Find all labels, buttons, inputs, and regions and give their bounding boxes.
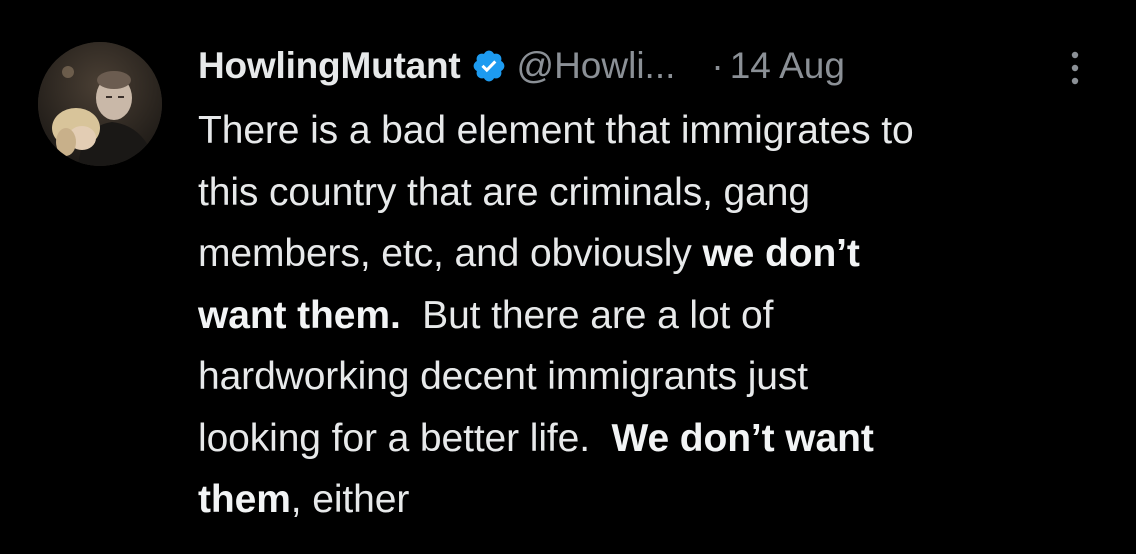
tweet-text-segment: this country that are criminals, gang	[198, 170, 810, 214]
tweet-text-segment: , either	[290, 478, 410, 521]
display-name[interactable]: HowlingMutant	[198, 45, 461, 87]
tweet[interactable]: HowlingMutant @Howli... · 14 Aug There i…	[0, 0, 1136, 554]
user-handle[interactable]: @Howli...	[517, 45, 676, 87]
tweet-text-line: them, either	[198, 469, 1118, 531]
more-vertical-icon[interactable]	[1060, 46, 1090, 90]
separator-dot: ·	[711, 45, 724, 86]
tweet-text-segment: looking for a better life.	[198, 416, 612, 460]
tweet-text-line: There is a bad element that immigrates t…	[198, 100, 1118, 162]
tweet-text-bold: we don’t	[702, 232, 860, 275]
tweet-text-bold: We don’t want	[611, 416, 874, 460]
avatar-image	[38, 42, 162, 166]
tweet-text-segment: But there are a lot of	[400, 293, 774, 337]
tweet-text-line: looking for a better life. We don’t want	[198, 408, 1118, 470]
tweet-header: HowlingMutant @Howli... · 14 Aug	[198, 40, 1098, 92]
tweet-text-line: this country that are criminals, gang	[198, 162, 1118, 224]
tweet-text-line: want them. But there are a lot of	[198, 285, 1118, 347]
tweet-text-segment: There is a bad element that immigrates t…	[198, 109, 914, 152]
tweet-text-bold: want them.	[198, 293, 401, 337]
tweet-text-segment: hardworking decent immigrants just	[198, 355, 809, 398]
tweet-text-line: members, etc, and obviously we don’t	[198, 223, 1118, 285]
timestamp[interactable]: 14 Aug	[730, 45, 845, 87]
tweet-text-segment: members, etc, and obviously	[198, 232, 703, 275]
tweet-text: There is a bad element that immigrates t…	[198, 100, 1118, 531]
verified-badge-icon	[471, 48, 507, 84]
avatar[interactable]	[38, 42, 162, 166]
tweet-text-line: hardworking decent immigrants just	[198, 346, 1118, 408]
tweet-text-bold: them	[198, 478, 291, 521]
